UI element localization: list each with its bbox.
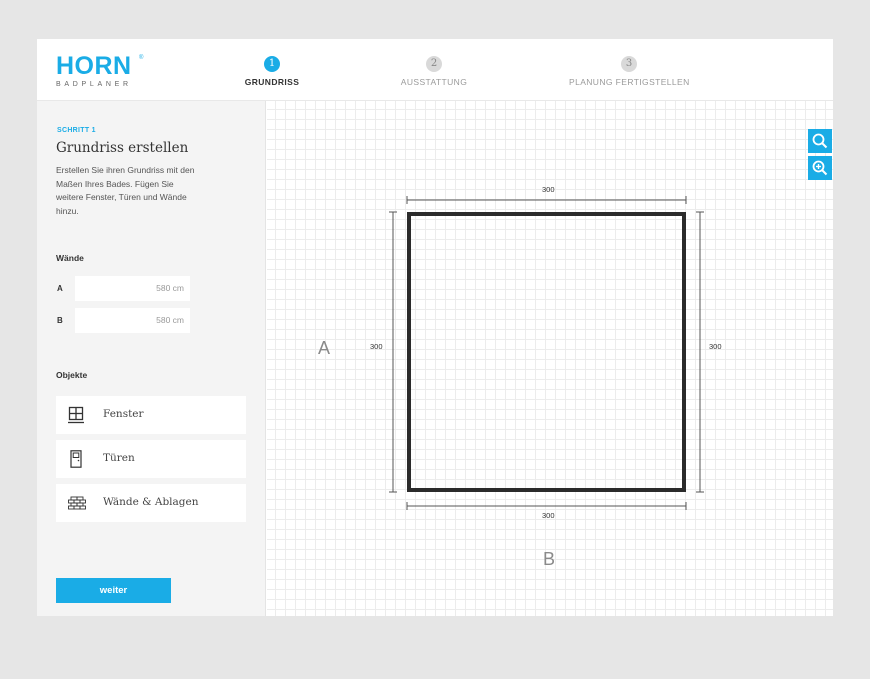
step-ausstattung[interactable]: 2 AUSSTATTUNG [399, 56, 469, 87]
step-grundriss[interactable]: 1 GRUNDRISS [242, 56, 302, 87]
step-planung-fertigstellen[interactable]: 3 PLANUNG FERTIGSTELLEN [569, 56, 689, 87]
object-label: Wände & Ablagen [103, 496, 199, 508]
app-window: HORN ® BADPLANER 1 GRUNDRISS 2 AUSSTATTU… [37, 39, 833, 616]
object-label: Türen [103, 452, 135, 464]
dimension-line-left [389, 211, 397, 493]
horn-logo[interactable]: HORN ® BADPLANER [56, 52, 143, 89]
logo-registered-mark: ® [139, 55, 144, 61]
dimension-top-label: 300 [542, 185, 555, 194]
object-label: Fenster [103, 408, 144, 420]
floorplan-canvas[interactable]: 300 300 300 300 A B [267, 101, 833, 616]
objects-section-label: Objekte [56, 370, 88, 380]
dimension-line-bottom [406, 502, 687, 510]
wall-a-input[interactable] [75, 276, 190, 301]
header: HORN ® BADPLANER 1 GRUNDRISS 2 AUSSTATTU… [37, 39, 833, 101]
sidebar-description: Erstellen Sie ihren Grundriss mit den Ma… [56, 165, 195, 216]
dimension-right-label: 300 [709, 342, 722, 351]
sidebar: SCHRITT 1 Grundriss erstellen Erstellen … [37, 101, 266, 616]
sidebar-title: Grundriss erstellen [56, 140, 189, 156]
room-walls [407, 212, 686, 492]
step-label: PLANUNG FERTIGSTELLEN [569, 77, 690, 87]
step-label: GRUNDRISS [244, 77, 300, 87]
wall-b-input[interactable] [75, 308, 190, 333]
wall-b-marker: B [543, 549, 556, 569]
add-walls-shelves-button[interactable]: Wände & Ablagen [56, 484, 246, 522]
step-number: 1 [264, 56, 280, 72]
dimension-line-right [696, 211, 704, 493]
add-window-button[interactable]: Fenster [56, 396, 246, 434]
step-number: 3 [621, 56, 637, 72]
wall-b-label: B [57, 316, 63, 325]
floorplan-drawing [389, 196, 704, 510]
step-number: 2 [426, 56, 442, 72]
logo-subtitle: BADPLANER [56, 81, 132, 88]
door-icon [70, 450, 82, 468]
dimension-bottom-label: 300 [542, 511, 555, 520]
window-icon [68, 406, 84, 424]
dimension-line-top [406, 196, 687, 204]
walls-section-label: Wände [56, 253, 84, 263]
wall-a-marker: A [318, 338, 331, 358]
wall-a-label: A [57, 284, 63, 293]
dimension-left-label: 300 [370, 342, 383, 351]
step-tag: SCHRITT 1 [57, 127, 96, 134]
next-button[interactable]: weiter [56, 578, 171, 603]
step-label: AUSSTATTUNG [400, 77, 468, 87]
brick-wall-icon [68, 496, 86, 510]
logo-wordmark: HORN [56, 52, 132, 80]
add-door-button[interactable]: Türen [56, 440, 246, 478]
